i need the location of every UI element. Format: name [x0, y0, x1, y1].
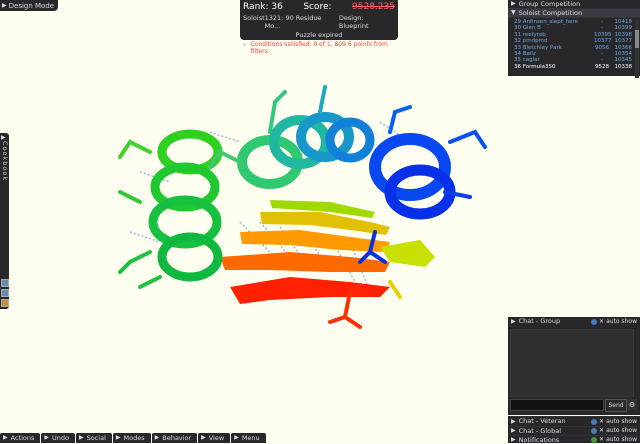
leaderboard-scrollbar[interactable]: [635, 20, 639, 78]
auto-show-label: auto show: [606, 427, 637, 434]
helix-teal: [237, 112, 375, 189]
expand-arrow-icon: ▶: [201, 434, 206, 441]
close-icon[interactable]: ✕: [599, 417, 604, 426]
chat-messages[interactable]: [510, 329, 634, 397]
score-value: 9528.235: [352, 2, 395, 12]
send-button[interactable]: Send: [605, 399, 627, 412]
expand-arrow-icon: ▶: [115, 434, 121, 441]
collapse-arrow-icon: ▼: [511, 9, 516, 16]
chat-tabs: ▶ Chat - Veteran ✕ auto show ▶ Chat - Gl…: [508, 416, 640, 444]
chat-veteran-label: Chat - Veteran: [518, 417, 566, 425]
actions-menu[interactable]: ▶ Actions: [0, 433, 41, 443]
list-item-self[interactable]: 36 Formula350 9528 10338: [514, 64, 632, 70]
helix-green: [148, 129, 223, 282]
expand-arrow-icon: ▶: [511, 427, 516, 434]
expand-arrow-icon: ▶: [2, 2, 7, 9]
role-label: Soloist: [243, 14, 265, 22]
notification-icon[interactable]: [591, 437, 598, 443]
score-panel: Rank: 36 Score: 9528.235 Soloist 1321: 9…: [240, 0, 398, 55]
rank-label: Rank: 36: [243, 2, 283, 12]
script-icon[interactable]: [1, 299, 9, 307]
puzzle-status: Puzzle expired: [295, 31, 343, 39]
chat-group-header[interactable]: ▶ Chat - Group ✕ auto show: [508, 317, 640, 326]
close-icon[interactable]: ✕: [599, 317, 604, 326]
bottom-toolbar: ▶ Actions ▶ Undo ▶ Social ▶ Modes ▶ Behavior …: [0, 433, 270, 443]
expand-arrow-icon: ▶: [243, 41, 248, 48]
expand-arrow-icon: ▶: [1, 134, 6, 141]
view-menu[interactable]: ▶ View: [198, 433, 231, 443]
chat-input[interactable]: [510, 399, 604, 411]
protein-viewport[interactable]: [90, 82, 500, 344]
behavior-menu[interactable]: ▶ Behavior: [151, 433, 198, 443]
auto-show-label: auto show: [606, 318, 637, 325]
design-mode-label: Design Mode: [8, 1, 55, 10]
puzzle-name: 1321: 90 Residue Mo...: [264, 14, 322, 30]
cookbook-panel[interactable]: ▶ Cookbook: [0, 133, 9, 309]
social-menu[interactable]: ▶ Social: [75, 433, 112, 443]
expand-arrow-icon: ▶: [234, 434, 239, 441]
group-competition-header[interactable]: ▶ Group Competition: [508, 0, 640, 9]
chat-global-label: Chat - Global: [518, 427, 562, 435]
main-menu[interactable]: ▶ Menu: [231, 433, 266, 443]
design-mode-toggle[interactable]: ▶ Design Mode: [0, 0, 59, 11]
recipe-icon[interactable]: [1, 279, 9, 287]
info-icon[interactable]: [591, 418, 598, 425]
expand-arrow-icon: ▶: [44, 434, 49, 441]
expand-arrow-icon: ▶: [154, 434, 160, 441]
close-icon[interactable]: ✕: [599, 427, 604, 435]
chat-group-label: Chat - Group: [518, 317, 561, 325]
info-icon[interactable]: [591, 428, 598, 434]
group-competition-label: Group Competition: [518, 0, 581, 8]
design-label: Design: Blueprint: [338, 14, 369, 30]
helix-blue: [369, 133, 456, 220]
score-label: Score:: [303, 2, 332, 12]
expand-arrow-icon: ▶: [78, 434, 84, 441]
cookbook-label: Cookbook: [1, 141, 9, 182]
gear-icon[interactable]: ⚙: [627, 399, 637, 410]
soloist-competition-label: Soloist Competition: [518, 9, 583, 17]
expand-arrow-icon: ▶: [3, 434, 8, 441]
expand-arrow-icon: ▶: [511, 318, 516, 325]
conditions-row[interactable]: ▶ Conditions satisfied: 0 of 1, 809.6 po…: [243, 41, 395, 55]
expand-arrow-icon: ▶: [511, 418, 516, 425]
modes-menu[interactable]: ▶ Modes: [112, 433, 151, 443]
chat-global-header[interactable]: ▶ Chat - Global ✕ auto show: [508, 426, 640, 435]
conditions-text: Conditions satisfied: 0 of 1, 809.6 poin…: [250, 41, 388, 55]
info-icon[interactable]: [591, 318, 598, 325]
undo-menu[interactable]: ▶ Undo: [41, 433, 75, 443]
folder-icon[interactable]: [1, 289, 9, 297]
chat-veteran-header[interactable]: ▶ Chat - Veteran ✕ auto show: [508, 416, 640, 426]
soloist-competition-header[interactable]: ▼ Soloist Competition: [508, 9, 640, 18]
competition-panel: ▶ Group Competition ▼ Soloist Competitio…: [508, 0, 640, 78]
chat-group-panel: ▶ Chat - Group ✕ auto show Send ⚙: [508, 317, 640, 415]
expand-arrow-icon: ▶: [511, 0, 516, 7]
auto-show-label: auto show: [606, 418, 637, 425]
leaderboard: 29 Anfinsen_slept_here -10418 30 Glen B-1…: [508, 18, 640, 78]
